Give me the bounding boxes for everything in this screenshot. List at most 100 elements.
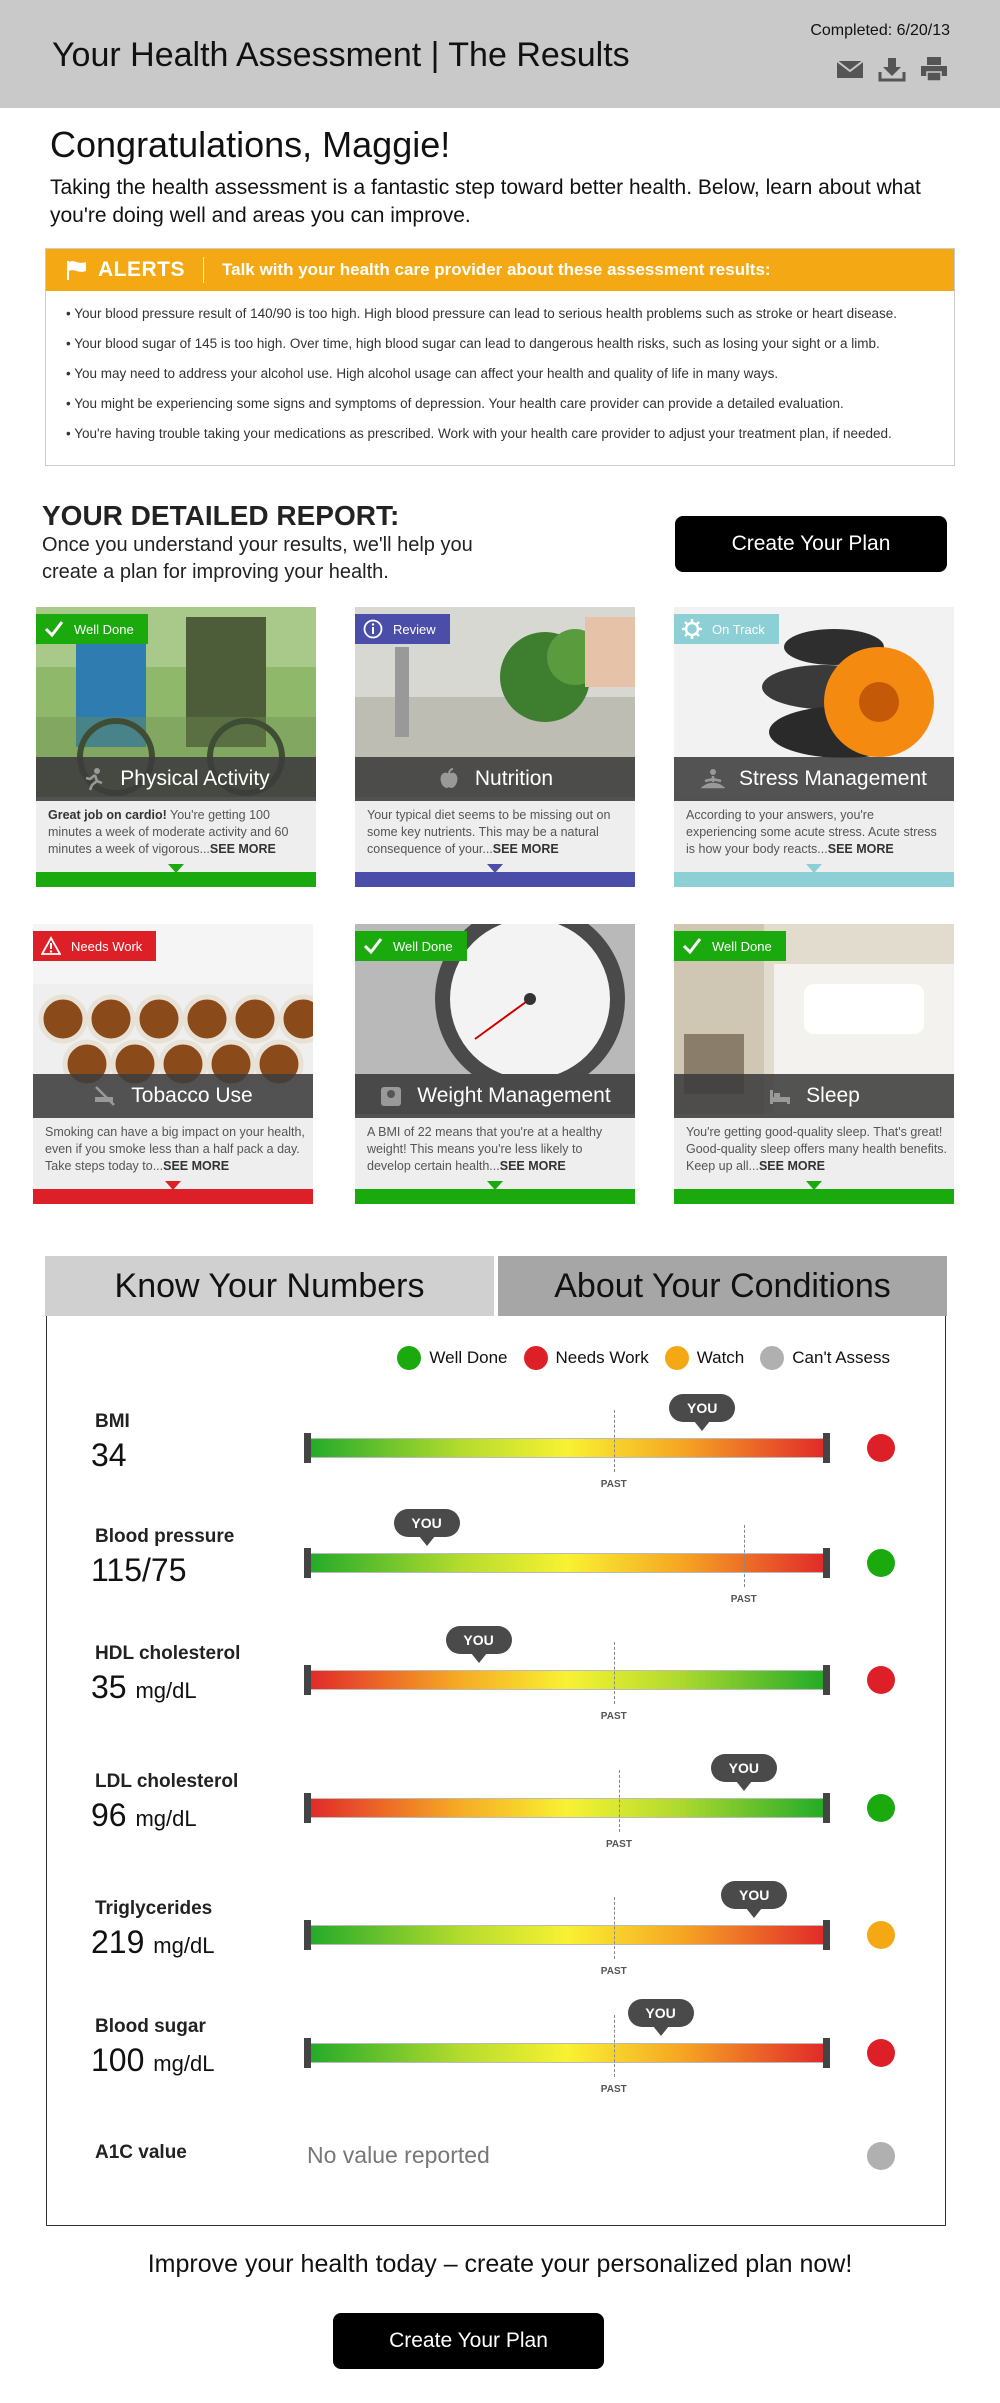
legend-cant-assess: Can't Assess (760, 1346, 890, 1370)
legend-label: Can't Assess (792, 1348, 890, 1367)
status-dot (867, 1434, 895, 1462)
status-dot (867, 2039, 895, 2067)
status-badge: Well Done (36, 614, 148, 644)
status-dot (867, 1666, 895, 1694)
past-marker (613, 1897, 615, 1959)
metric-row: Triglycerides 219 mg/dL PAST YOU (47, 1881, 947, 1998)
meditation-icon (701, 769, 726, 789)
greeting-heading: Congratulations, Maggie! (50, 124, 451, 165)
card-title: Stress Management (739, 767, 927, 790)
card-weight-management[interactable]: Well Done Weight Management A BMI of 22 … (355, 924, 635, 1204)
metric-row: LDL cholesterol 96 mg/dL PAST YOU (47, 1754, 947, 1871)
warning-icon (41, 936, 61, 955)
alert-item: • You may need to address your alcohol u… (66, 366, 779, 381)
bar-end-cap (304, 1548, 311, 1578)
download-icon[interactable] (878, 56, 906, 82)
you-marker: YOU (669, 1394, 736, 1431)
print-icon[interactable] (920, 56, 948, 82)
metric-no-value: No value reported (307, 2142, 490, 2168)
card-description: A BMI of 22 means that you're at a healt… (367, 1124, 629, 1175)
create-plan-button-bottom[interactable]: Create Your Plan (333, 2313, 604, 2369)
bar-end-cap (823, 1920, 830, 1950)
past-label: PAST (730, 1594, 757, 1605)
legend-needs-work: Needs Work (523, 1346, 649, 1370)
legend-dot (664, 1346, 689, 1370)
alerts-divider (203, 257, 204, 283)
status-strip (674, 1189, 954, 1204)
see-more-link[interactable]: SEE MORE (828, 842, 894, 856)
card-physical-activity[interactable]: Well Done Physical Activity Great job on… (36, 607, 316, 887)
see-more-link[interactable]: SEE MORE (759, 1159, 825, 1173)
card-title-band: Physical Activity (36, 757, 316, 801)
alerts-title: ALERTS (98, 258, 185, 281)
metric-row: Blood pressure 115/75 PAST YOU (47, 1509, 947, 1626)
no-smoking-icon (95, 1086, 116, 1106)
you-marker: YOU (710, 1754, 777, 1791)
bar-end-cap (304, 1793, 311, 1823)
metric-number: 115/75 (91, 1552, 187, 1588)
card-stress-management[interactable]: On Track Stress Management According to … (674, 607, 954, 887)
metric-name: Blood sugar (95, 2016, 206, 2037)
mail-icon[interactable] (836, 56, 864, 82)
metric-value: 100 mg/dL (91, 2042, 214, 2079)
legend-dot (397, 1346, 422, 1370)
see-more-link[interactable]: SEE MORE (493, 842, 559, 856)
bar-end-cap (823, 1548, 830, 1578)
you-marker: YOU (721, 1881, 788, 1918)
status-badge: Well Done (674, 931, 786, 961)
status-badge: Needs Work (33, 931, 157, 961)
status-strip (355, 872, 635, 887)
card-description: Great job on cardio! You're getting 100 … (48, 807, 310, 858)
metric-name: LDL cholesterol (95, 1771, 239, 1792)
alert-item: • You're having trouble taking your medi… (66, 426, 892, 441)
bar-end-cap (304, 2038, 311, 2068)
past-label: PAST (600, 1479, 627, 1490)
report-subtitle: Once you understand your results, we'll … (42, 534, 473, 583)
page-title: Your Health Assessment | The Results (52, 36, 630, 74)
alert-item: • Your blood pressure result of 140/90 i… (66, 306, 897, 321)
numbers-panel: Well Done Needs Work Watch Can't Assess … (46, 1316, 946, 2226)
see-more-link[interactable]: SEE MORE (500, 1159, 566, 1173)
alerts-message: Talk with your health care provider abou… (222, 260, 771, 279)
metric-name: Triglycerides (95, 1898, 213, 1919)
you-marker: YOU (627, 1999, 694, 2036)
metric-unit: mg/dL (135, 1678, 197, 1703)
alerts-panel: ALERTS Talk with your health care provid… (45, 248, 955, 466)
card-description: According to your answers, you're experi… (686, 807, 948, 858)
card-tobacco-use[interactable]: Needs Work Tobacco Use Smoking can have … (33, 924, 313, 1204)
card-nutrition[interactable]: Review Nutrition Your typical diet seems… (355, 607, 635, 887)
see-more-link[interactable]: SEE MORE (163, 1159, 229, 1173)
card-sleep[interactable]: Well Done Sleep You're getting good-qual… (674, 924, 954, 1204)
status-strip (355, 1189, 635, 1204)
badge-label: Needs Work (71, 938, 143, 954)
card-description: Smoking can have a big impact on your he… (45, 1124, 307, 1175)
metric-value: 35 mg/dL (91, 1669, 197, 1706)
bar-end-cap (823, 1433, 830, 1463)
metric-value: 34 (91, 1437, 127, 1474)
metric-row: HDL cholesterol 35 mg/dL PAST YOU (47, 1626, 947, 1743)
tab-about-your-conditions[interactable]: About Your Conditions (494, 1256, 947, 1316)
metric-a1c: A1C value No value reported (47, 2142, 947, 2242)
card-description: Your typical diet seems to be missing ou… (367, 807, 629, 858)
past-marker (613, 1642, 615, 1704)
legend-label: Needs Work (555, 1348, 649, 1367)
metric-name: BMI (95, 1411, 130, 1432)
metric-number: 35 (91, 1669, 127, 1705)
metric-unit: mg/dL (135, 1806, 197, 1831)
status-legend: Well Done Needs Work Watch Can't Assess (397, 1346, 890, 1370)
create-plan-button[interactable]: Create Your Plan (675, 516, 947, 572)
metric-number: 219 (91, 1924, 145, 1960)
status-dot (867, 1921, 895, 1949)
past-label: PAST (606, 1839, 632, 1850)
badge-label: Well Done (712, 938, 772, 954)
badge-label: Review (393, 621, 436, 637)
metric-number: 96 (91, 1797, 127, 1833)
past-label: PAST (600, 1966, 627, 1977)
see-more-link[interactable]: SEE MORE (210, 842, 276, 856)
metric-number: 34 (91, 1437, 127, 1473)
header-actions (836, 56, 948, 82)
card-title: Sleep (806, 1084, 860, 1107)
metric-name: A1C value (95, 2142, 187, 2163)
past-label: PAST (600, 1711, 627, 1722)
tab-know-your-numbers[interactable]: Know Your Numbers (45, 1256, 494, 1316)
